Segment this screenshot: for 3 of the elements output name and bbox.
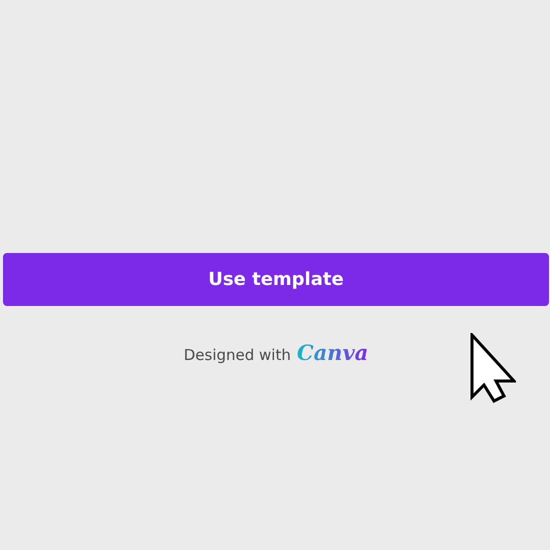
cursor-icon: [470, 333, 516, 403]
use-template-button[interactable]: Use template: [3, 253, 549, 306]
credit-text: Designed with: [184, 346, 291, 364]
